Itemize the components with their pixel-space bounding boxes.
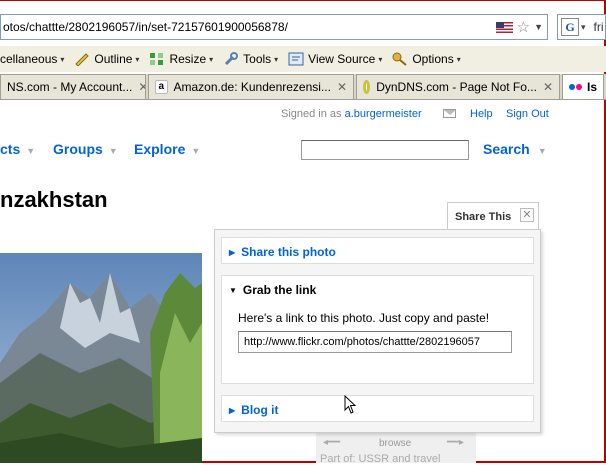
nav-groups[interactable]: Groups ▼: [53, 141, 118, 157]
toolbar-outline[interactable]: Outline ▾: [74, 52, 139, 66]
dropdown-arrow-icon: ▼: [26, 146, 36, 156]
search-engine-text[interactable]: fri: [594, 20, 604, 34]
help-link[interactable]: Help: [470, 108, 493, 120]
toolbar-resize[interactable]: Resize ▾: [149, 52, 213, 66]
signed-in-text: Signed in as a.burgermeister: [281, 108, 422, 120]
grab-link-section: ▼ Grab the link Here's a link to this pho…: [221, 275, 534, 384]
mail-icon[interactable]: [443, 109, 456, 118]
grab-link-instructions: Here's a link to this photo. Just copy a…: [238, 311, 490, 325]
collapsed-triangle-icon: ▶: [229, 248, 236, 257]
pencil-icon: [75, 53, 90, 66]
grab-link-header[interactable]: ▼ Grab the link: [229, 283, 316, 297]
toolbar-miscellaneous[interactable]: cellaneous ▾: [0, 52, 64, 66]
source-icon: [288, 52, 304, 66]
dropdown-arrow-icon: ▾: [209, 54, 214, 64]
tab-amazon[interactable]: a Amazon.de: Kundenrezensi... ✕: [148, 74, 354, 99]
next-arrow-icon[interactable]: ━━▸: [447, 437, 464, 448]
dropdown-arrow-icon: ▾: [60, 54, 65, 64]
toolbar-outline-label: Outline: [94, 52, 133, 66]
share-popup: ▶ Share this photo ▼ Grab the link Here's …: [214, 229, 541, 433]
dyndns-icon: [363, 80, 371, 94]
photo-link-input[interactable]: http://www.flickr.com/photos/chattte/280…: [238, 331, 512, 353]
flickr-icon-dot: [576, 84, 582, 90]
close-icon[interactable]: ✕: [520, 208, 534, 222]
tab-dyndns-account[interactable]: NS.com - My Account... ✕: [0, 74, 146, 99]
photo-image[interactable]: [0, 253, 202, 463]
tab-label: Is: [587, 80, 598, 94]
tab-dyndns-notfound[interactable]: DynDNS.com - Page Not Fo... ✕: [356, 74, 560, 99]
signed-in-label: Signed in as: [281, 108, 342, 120]
dropdown-arrow-icon: ▼: [191, 146, 201, 156]
toolbar-tools-label: Tools: [243, 52, 272, 66]
photo-title: nzakhstan: [0, 187, 108, 212]
google-icon[interactable]: G: [561, 18, 579, 36]
close-tab-icon[interactable]: ✕: [132, 80, 145, 94]
tab-label: NS.com - My Account...: [7, 80, 133, 94]
dropdown-arrow-icon: ▼: [108, 146, 118, 156]
tab-flickr[interactable]: Is: [562, 74, 604, 99]
nav-contacts[interactable]: cts ▼: [0, 141, 35, 157]
url-dropdown-icon[interactable]: ▼: [534, 22, 543, 32]
toolbar-options-label: Options: [412, 52, 454, 66]
username-link[interactable]: a.burgermeister: [345, 108, 422, 120]
expanded-triangle-icon: ▼: [229, 286, 237, 295]
us-flag-icon: [495, 21, 513, 33]
close-tab-icon[interactable]: ✕: [331, 80, 347, 94]
bookmark-star-icon[interactable]: ☆: [517, 18, 530, 36]
blog-it-header[interactable]: ▶ Blog it: [229, 403, 278, 417]
share-this-tab[interactable]: Share This ✕: [447, 202, 539, 230]
collapsed-triangle-icon: ▶: [229, 406, 236, 415]
search-button[interactable]: Search ▼: [483, 141, 547, 157]
dropdown-arrow-icon: ▾: [135, 54, 140, 64]
nav-explore-label: Explore: [134, 141, 186, 157]
flickr-icon: [569, 84, 575, 90]
tab-label: DynDNS.com - Page Not Fo...: [376, 80, 537, 94]
prev-arrow-icon[interactable]: ◂━━: [323, 437, 340, 448]
share-this-label: Share This: [455, 210, 512, 223]
grab-link-label: Grab the link: [242, 283, 317, 297]
dropdown-arrow-icon: ▾: [378, 54, 383, 64]
blog-it-section[interactable]: ▶ Blog it: [221, 395, 534, 422]
toolbar-miscellaneous-label: cellaneous: [0, 52, 58, 66]
toolbar-resize-label: Resize: [169, 52, 207, 66]
toolbar-view-source[interactable]: View Source ▾: [288, 52, 382, 66]
toolbar-view-source-label: View Source: [308, 52, 376, 66]
share-photo-section[interactable]: ▶ Share this photo: [221, 237, 534, 264]
dropdown-arrow-icon: ▾: [456, 54, 461, 64]
share-photo-label: Share this photo: [241, 245, 336, 259]
mountain-photo-graphic: [0, 253, 202, 463]
developer-toolbar: cellaneous ▾ Outline ▾ Resize ▾ Tools ▾ View…: [0, 46, 606, 72]
wrench-icon: [225, 52, 239, 66]
search-engine-dropdown-icon[interactable]: ▾: [581, 22, 586, 33]
url-text[interactable]: otos/chattte/2802196057/in/set-721576019…: [1, 20, 496, 34]
dropdown-arrow-icon: ▼: [537, 146, 547, 156]
nav-contacts-label: cts: [0, 141, 21, 157]
search-engine-box[interactable]: G ▾ fri: [557, 14, 606, 40]
nav-explore[interactable]: Explore ▼: [134, 141, 200, 157]
toolbar-tools[interactable]: Tools ▾: [223, 52, 278, 66]
key-icon: [392, 52, 407, 66]
url-bar[interactable]: otos/chattte/2802196057/in/set-721576019…: [0, 14, 548, 40]
dropdown-arrow-icon: ▾: [274, 54, 279, 64]
tab-strip: NS.com - My Account... ✕ a Amazon.de: Ku…: [0, 74, 606, 100]
tab-label: Amazon.de: Kundenrezensi...: [173, 80, 331, 94]
browse-label[interactable]: browse: [379, 438, 411, 449]
resize-icon: [150, 53, 164, 65]
amazon-icon: a: [155, 80, 168, 94]
close-tab-icon[interactable]: ✕: [537, 80, 553, 94]
part-of-text: Part of: USSR and travel: [320, 453, 441, 465]
blog-it-label: Blog it: [241, 403, 279, 417]
nav-groups-label: Groups: [53, 141, 103, 157]
share-photo-header[interactable]: ▶ Share this photo: [229, 245, 336, 259]
sign-out-link[interactable]: Sign Out: [506, 108, 549, 120]
search-button-label: Search: [483, 141, 530, 157]
flickr-search-input[interactable]: [301, 140, 469, 160]
toolbar-options[interactable]: Options ▾: [392, 52, 461, 66]
mouse-cursor-icon: [344, 395, 357, 414]
